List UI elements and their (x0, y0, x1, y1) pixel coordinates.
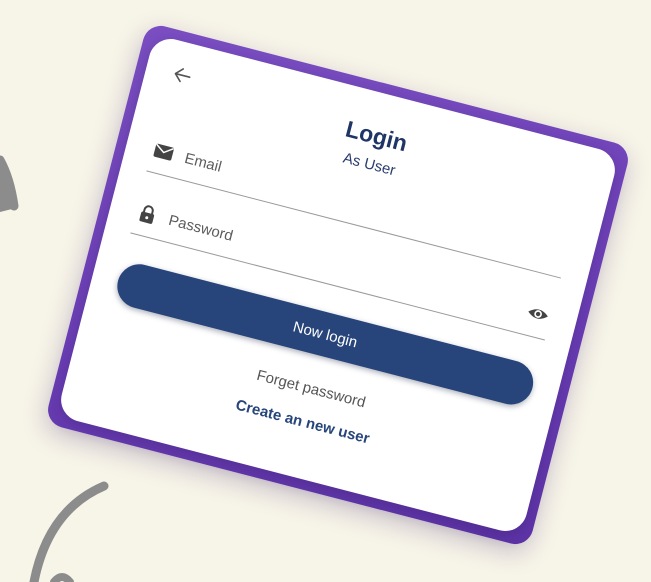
decorative-arrow-bottom-icon (29, 481, 109, 582)
screen: Login As User Email Now login Forget pas… (0, 0, 651, 582)
lock-icon (139, 205, 155, 224)
eye-icon[interactable] (525, 303, 551, 326)
envelope-icon (153, 143, 174, 161)
